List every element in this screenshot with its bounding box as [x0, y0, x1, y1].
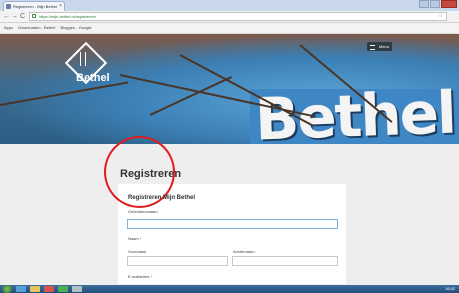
bookmarks-bar: Apps Downloaden - Bethel Bloggen - Googl… — [0, 23, 459, 34]
close-window-button[interactable] — [441, 0, 457, 8]
username-label: Gebruikersnaam — [128, 209, 158, 214]
browser-tabstrip: Registreren - Mijn Bethel × — [0, 0, 459, 11]
minimize-button[interactable] — [419, 0, 429, 8]
maximize-button[interactable] — [430, 0, 440, 8]
username-input[interactable] — [127, 219, 338, 229]
email-label: E-mailadres * — [128, 274, 153, 279]
back-button[interactable]: ← — [3, 12, 10, 21]
explorer-icon[interactable] — [30, 286, 40, 292]
address-url: https://mijn.bethel.nl/registreren/ — [39, 14, 96, 19]
windows-taskbar: 16:52 — [0, 285, 459, 293]
menu-button[interactable]: Menu — [367, 42, 392, 51]
bookmark-bloggen[interactable]: Bloggen - Google — [61, 25, 92, 30]
menu-label: Menu — [378, 44, 389, 49]
tab-close-icon[interactable]: × — [59, 2, 62, 11]
bookmark-star-icon[interactable]: ☆ — [438, 13, 443, 20]
browser-toolbar: ← → C https://mijn.bethel.nl/registreren… — [0, 11, 459, 23]
card-title: Registreren Mijn Bethel — [128, 195, 196, 201]
system-clock[interactable]: 16:52 — [445, 285, 455, 293]
media-icon[interactable] — [44, 286, 54, 292]
lock-icon — [32, 14, 36, 18]
reload-button[interactable]: C — [20, 12, 25, 21]
start-button[interactable] — [2, 285, 12, 293]
firstname-input[interactable] — [127, 256, 228, 266]
app-icon[interactable] — [72, 286, 82, 292]
name-label: Naam * — [128, 236, 142, 241]
hamburger-icon — [370, 45, 375, 50]
forward-button[interactable]: → — [11, 12, 18, 21]
address-bar[interactable]: https://mijn.bethel.nl/registreren/ ☆ — [29, 12, 447, 21]
tab-title: Registreren - Mijn Bethel — [13, 4, 58, 9]
lastname-label: Achternaam — [233, 249, 255, 254]
browser-tab[interactable]: Registreren - Mijn Bethel × — [3, 1, 65, 11]
firstname-label: Voornaam — [128, 249, 147, 254]
ie-icon[interactable] — [16, 286, 26, 292]
favicon-icon — [6, 4, 11, 9]
bookmark-apps[interactable]: Apps — [4, 25, 13, 30]
logo-ladder-icon — [80, 52, 86, 66]
lastname-input[interactable] — [232, 256, 338, 266]
chrome-icon[interactable] — [58, 286, 68, 292]
window-controls — [419, 0, 457, 9]
bookmark-downloaden[interactable]: Downloaden - Bethel — [18, 25, 55, 30]
site-logo-text[interactable]: Bethel — [76, 72, 110, 84]
